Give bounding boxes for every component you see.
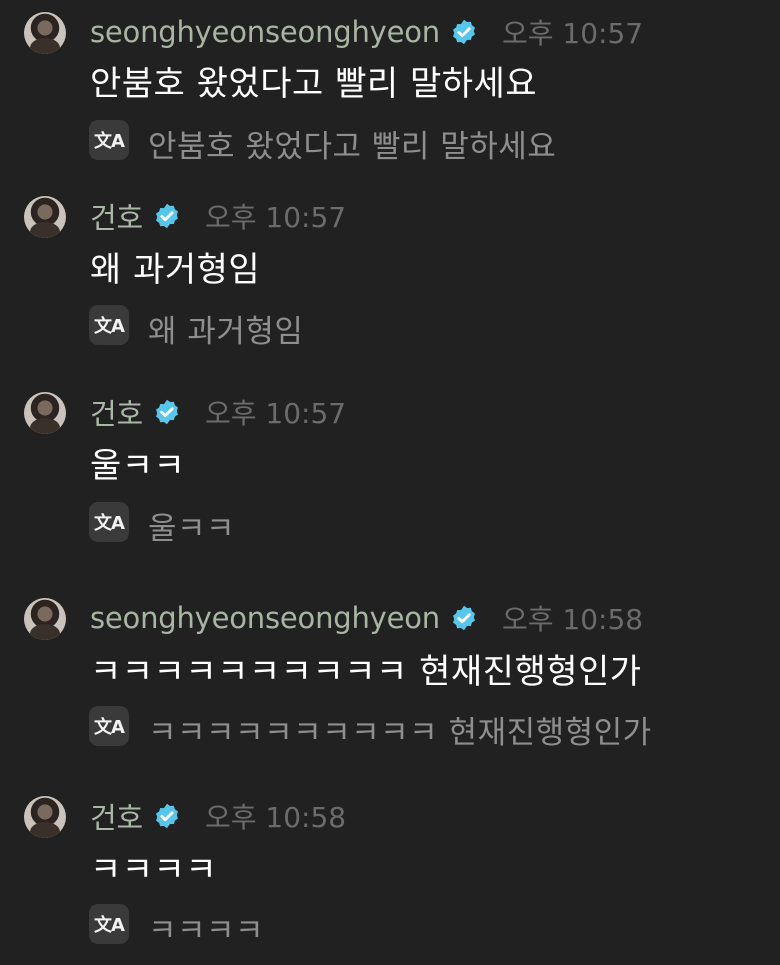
timestamp: 오후 10:58 — [501, 603, 644, 636]
verified-badge-icon — [156, 803, 178, 829]
message-header: seonghyeonseonghyeon 오후 10:57 — [90, 12, 643, 52]
message-text: ㅋㅋㅋㅋㅋㅋㅋㅋㅋㅋ 현재진행형인가 — [90, 652, 642, 692]
user-avatar[interactable] — [24, 12, 66, 54]
message-text: 왜 과거형임 — [90, 250, 261, 290]
translate-icon[interactable]: 文A — [89, 502, 129, 542]
username[interactable]: seonghyeonseonghyeon — [90, 601, 440, 635]
username[interactable]: seonghyeonseonghyeon — [90, 15, 440, 49]
message-header: seonghyeonseonghyeon 오후 10:58 — [90, 598, 643, 638]
verified-badge-icon — [156, 203, 178, 229]
username[interactable]: 건호 — [90, 391, 143, 433]
translated-text: ㅋㅋㅋㅋ — [148, 913, 265, 949]
translate-icon[interactable]: 文A — [89, 305, 129, 345]
user-avatar[interactable] — [24, 598, 66, 640]
user-avatar[interactable] — [24, 196, 66, 238]
verified-badge-icon — [156, 399, 178, 425]
message-text: ㅋㅋㅋㅋ — [90, 850, 218, 890]
message-text: 안붐호 왔었다고 빨리 말하세요 — [90, 64, 538, 104]
translated-text: ㅋㅋㅋㅋㅋㅋㅋㅋㅋㅋ 현재진행형인가 — [148, 715, 652, 751]
message-header: 건호 오후 10:58 — [90, 796, 346, 836]
user-avatar[interactable] — [24, 796, 66, 838]
translated-text: 왜 과거형임 — [148, 314, 304, 350]
message-header: 건호 오후 10:57 — [90, 392, 346, 432]
message-text: 울ㅋㅋ — [90, 446, 186, 486]
translate-icon[interactable]: 文A — [89, 120, 129, 160]
message-header: 건호 오후 10:57 — [90, 196, 346, 236]
translated-text: 안붐호 왔었다고 빨리 말하세요 — [148, 129, 557, 165]
username[interactable]: 건호 — [90, 795, 143, 837]
timestamp: 오후 10:57 — [204, 201, 347, 234]
user-avatar[interactable] — [24, 392, 66, 434]
translated-text: 울ㅋㅋ — [148, 511, 236, 547]
timestamp: 오후 10:57 — [204, 397, 347, 430]
username[interactable]: 건호 — [90, 195, 143, 237]
translate-icon[interactable]: 文A — [89, 904, 129, 944]
translate-icon[interactable]: 文A — [89, 706, 129, 746]
timestamp: 오후 10:58 — [204, 801, 347, 834]
verified-badge-icon — [453, 19, 475, 45]
verified-badge-icon — [453, 605, 475, 631]
timestamp: 오후 10:57 — [501, 17, 644, 50]
